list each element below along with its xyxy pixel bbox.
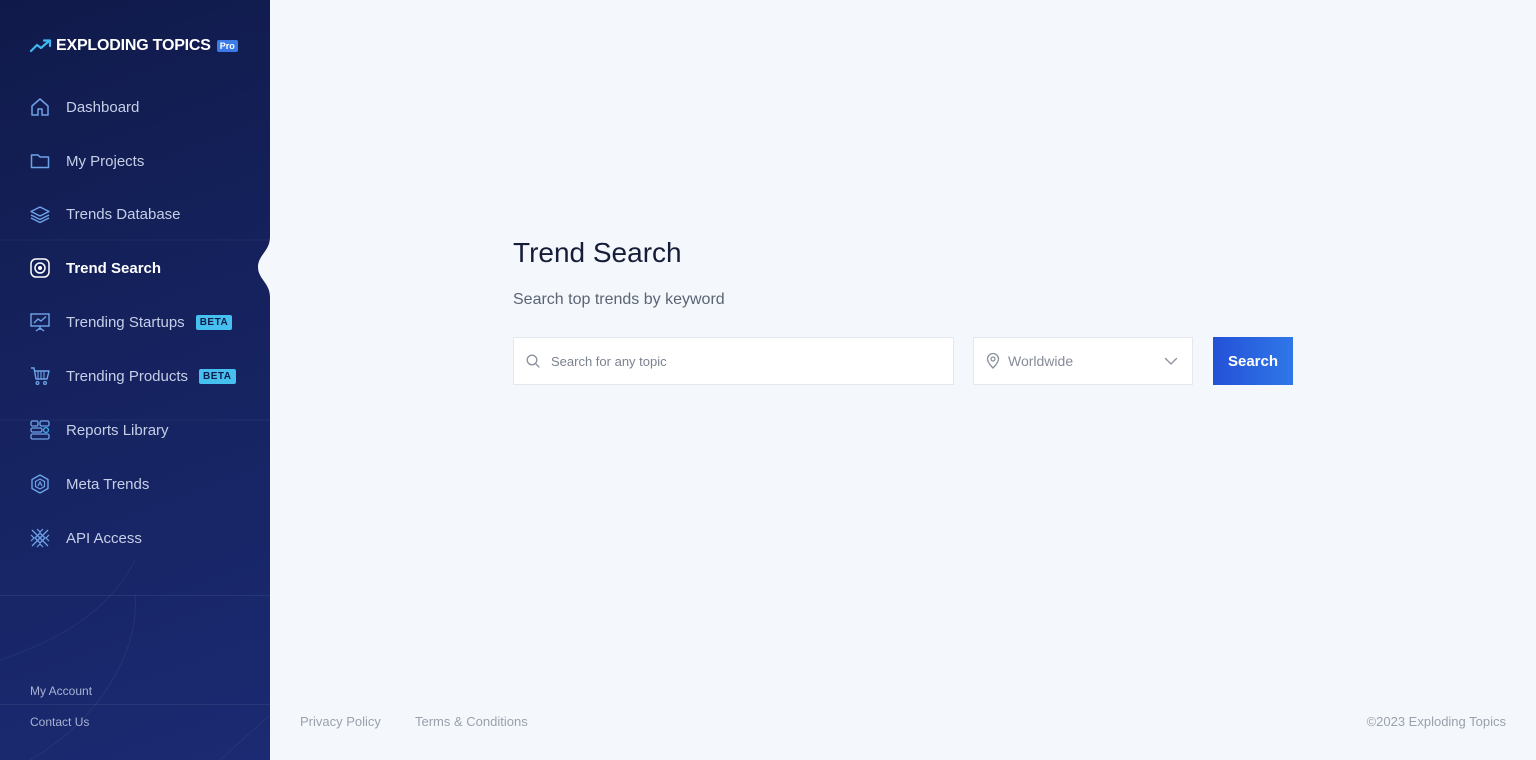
pro-badge: Pro <box>216 40 238 52</box>
copyright: ©2023 Exploding Topics <box>1366 714 1506 729</box>
api-icon <box>30 528 50 548</box>
sidebar-item-label: Trends Database <box>66 205 181 223</box>
search-box[interactable] <box>513 337 954 385</box>
sidebar-item-api-access[interactable]: API Access <box>30 526 142 550</box>
trend-arrow-icon <box>30 39 52 53</box>
layers-icon <box>30 204 50 224</box>
sidebar-item-dashboard[interactable]: Dashboard <box>30 95 139 119</box>
search-icon <box>526 354 540 368</box>
sidebar-item-label: Trend Search <box>66 259 162 277</box>
page-subtitle: Search top trends by keyword <box>513 291 725 308</box>
search-button[interactable]: Search <box>1213 337 1293 385</box>
sidebar-item-trending-startups[interactable]: Trending Startups BETA <box>30 310 233 334</box>
my-account-link[interactable]: My Account <box>30 684 92 698</box>
sidebar-item-label: API Access <box>66 529 142 547</box>
terms-link[interactable]: Terms & Conditions <box>415 714 528 729</box>
presentation-chart-icon <box>30 312 50 332</box>
location-select[interactable]: Worldwide <box>973 337 1193 385</box>
sidebar-item-meta-trends[interactable]: Meta Trends <box>30 472 149 496</box>
beta-badge: BETA <box>195 314 233 330</box>
brand-logo[interactable]: EXPLODING TOPICS Pro <box>30 36 238 56</box>
sidebar: EXPLODING TOPICS Pro Dashboard My Projec… <box>0 0 270 760</box>
sidebar-item-label: Dashboard <box>66 98 140 116</box>
sidebar-divider <box>0 704 270 705</box>
reports-icon <box>30 420 50 440</box>
sidebar-item-my-projects[interactable]: My Projects <box>30 149 144 173</box>
sidebar-item-label: Trending Products <box>66 367 189 385</box>
target-icon <box>30 258 50 278</box>
active-item-notch <box>258 237 270 297</box>
cart-icon <box>30 366 50 386</box>
contact-us-link[interactable]: Contact Us <box>30 715 89 729</box>
sidebar-item-label: Reports Library <box>66 421 169 439</box>
sidebar-item-trend-search[interactable]: Trend Search <box>30 256 161 280</box>
sidebar-divider <box>0 595 270 596</box>
sidebar-item-label: My Projects <box>66 152 145 170</box>
sidebar-item-label: Meta Trends <box>66 475 150 493</box>
folder-icon <box>30 151 50 171</box>
location-value: Worldwide <box>1008 353 1074 369</box>
sidebar-item-trends-database[interactable]: Trends Database <box>30 202 181 226</box>
page-title: Trend Search <box>513 237 682 268</box>
home-icon <box>30 97 50 117</box>
beta-badge: BETA <box>199 368 236 384</box>
chevron-down-icon <box>1164 354 1178 368</box>
search-input[interactable] <box>551 353 931 369</box>
location-pin-icon <box>986 353 1000 369</box>
privacy-policy-link[interactable]: Privacy Policy <box>300 714 381 729</box>
sidebar-item-trending-products[interactable]: Trending Products BETA <box>30 364 236 388</box>
brand-name: EXPLODING TOPICS <box>56 37 211 54</box>
sidebar-item-reports-library[interactable]: Reports Library <box>30 418 169 442</box>
sidebar-item-label: Trending Startups <box>66 313 185 331</box>
hexagon-icon <box>30 474 50 494</box>
